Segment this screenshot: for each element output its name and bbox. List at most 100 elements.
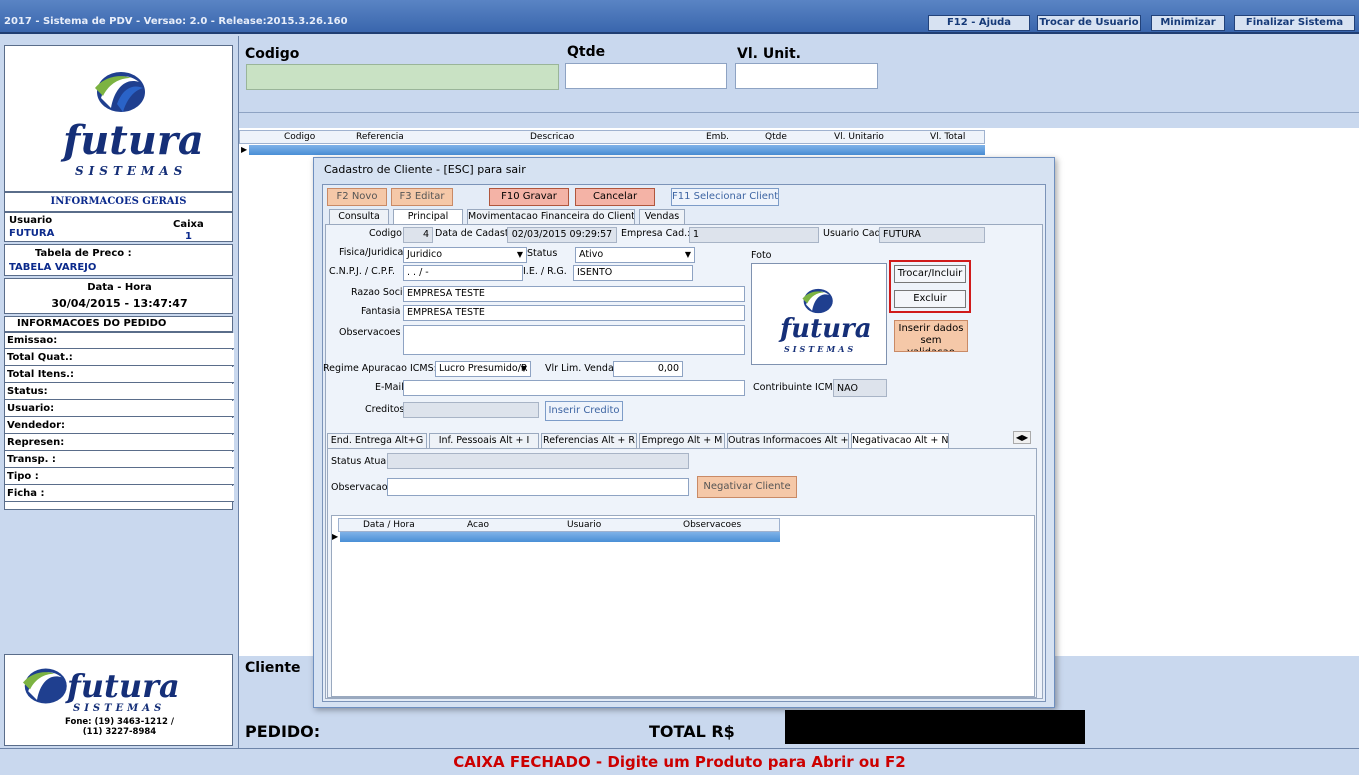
contribuinte-label: Contribuinte ICMS xyxy=(753,382,839,393)
tab-movimentacao[interactable]: Movimentacao Financeira do Cliente xyxy=(467,209,635,224)
switch-user-button[interactable]: Trocar de Usuario xyxy=(1037,15,1141,31)
usuario-cad-field: FUTURA xyxy=(879,227,985,243)
subtab-negativacao[interactable]: Negativacao Alt + N xyxy=(851,433,949,448)
total-label: TOTAL R$ xyxy=(649,722,735,741)
cliente-dialog: Cadastro de Cliente - [ESC] para sair F2… xyxy=(313,157,1055,708)
title-bar: 2017 - Sistema de PDV - Versao: 2.0 - Re… xyxy=(0,0,1359,34)
empresa-cad-field: 1 xyxy=(689,227,819,243)
bottom-logo-sub: SISTEMAS xyxy=(73,703,166,714)
email-label: E-Mail xyxy=(375,382,404,393)
logo-box: futura SISTEMAS xyxy=(4,45,233,192)
observacao-field[interactable] xyxy=(387,478,689,496)
help-button[interactable]: F12 - Ajuda xyxy=(928,15,1030,31)
regime-value: Lucro Presumido/R xyxy=(439,363,528,374)
grid-header: Codigo Referencia Descricao Emb. Qtde Vl… xyxy=(239,130,985,144)
chevron-down-icon: ▼ xyxy=(684,250,691,259)
usuario-label: Usuario xyxy=(9,215,53,226)
subtab-pessoais[interactable]: Inf. Pessoais Alt + I xyxy=(429,433,539,448)
col-descricao: Descricao xyxy=(530,132,575,142)
inserir-dados-button[interactable]: Inserir dados sem validacao xyxy=(894,320,968,352)
tabela-value: TABELA VAREJO xyxy=(9,262,97,273)
field-status: Status: xyxy=(5,384,234,400)
ie-label: I.E. / R.G. xyxy=(523,266,567,277)
tabela-label: Tabela de Preco : xyxy=(35,248,132,259)
razao-social-field[interactable]: EMPRESA TESTE xyxy=(403,286,745,302)
foto-box[interactable]: futura SISTEMAS xyxy=(751,263,887,365)
negativar-cliente-button[interactable]: Negativar Cliente xyxy=(697,476,797,498)
grid-selected-row[interactable] xyxy=(249,145,985,155)
codigo-field: 4 xyxy=(403,227,433,243)
info-header: INFORMACOES GERAIS xyxy=(4,192,233,212)
cnpj-field[interactable]: . . / - xyxy=(403,265,523,281)
ie-field[interactable]: ISENTO xyxy=(573,265,693,281)
field-represen: Represen: xyxy=(5,435,234,451)
usuario-value: FUTURA xyxy=(9,228,55,239)
editar-button[interactable]: F3 Editar xyxy=(391,188,453,206)
items-grid: Codigo Referencia Descricao Emb. Qtde Vl… xyxy=(239,130,985,155)
tab-principal[interactable]: Principal xyxy=(393,209,463,224)
col-emb: Emb. xyxy=(706,132,730,142)
total-display xyxy=(785,710,1085,744)
caixa-label: Caixa xyxy=(173,219,204,230)
codigo-input[interactable] xyxy=(246,64,559,90)
regime-select[interactable]: Lucro Presumido/R ▼ xyxy=(435,361,531,377)
futura-logo-icon xyxy=(95,72,145,112)
vlr-lim-venda-field[interactable]: 0,00 xyxy=(613,361,683,377)
regime-label: Regime Apuracao ICMS: xyxy=(323,363,437,374)
neg-grid-header: Data / Hora Acao Usuario Observacoes xyxy=(338,518,780,532)
status-message: CAIXA FECHADO - Digite um Produto para A… xyxy=(0,748,1359,774)
datahora-box: Data - Hora 30/04/2015 - 13:47:47 xyxy=(4,278,233,314)
cliente-label: Cliente xyxy=(245,660,301,676)
pedido-header: INFORMACOES DO PEDIDO xyxy=(4,316,233,332)
contribuinte-field: NAO xyxy=(833,379,887,397)
observacoes-field[interactable] xyxy=(403,325,745,355)
usuario-cad-label: Usuario Cad.: xyxy=(823,228,887,239)
neg-col-usuario: Usuario xyxy=(567,520,602,530)
subtab-referencias[interactable]: Referencias Alt + R xyxy=(541,433,637,448)
fantasia-field[interactable]: EMPRESA TESTE xyxy=(403,305,745,321)
field-emissao: Emissao: xyxy=(5,333,234,349)
phone-text: Fone: (19) 3463-1212 / (11) 3227-8984 xyxy=(65,717,174,737)
field-ficha: Ficha : xyxy=(5,486,234,502)
fantasia-label: Fantasia xyxy=(361,306,401,317)
subtab-outras[interactable]: Outras Informacoes Alt + O xyxy=(727,433,849,448)
foto-logo-icon xyxy=(802,288,833,314)
selecionar-cliente-button[interactable]: F11 Selecionar Cliente xyxy=(671,188,779,206)
status-select[interactable]: Ativo ▼ xyxy=(575,247,695,263)
trocar-incluir-button[interactable]: Trocar/Incluir xyxy=(894,265,966,283)
qtde-input[interactable] xyxy=(565,63,727,89)
novo-button[interactable]: F2 Novo xyxy=(327,188,387,206)
status-value: Ativo xyxy=(579,249,604,260)
observacoes-label: Observacoes xyxy=(339,327,401,338)
pedido-fields: Emissao: Total Quat.: Total Itens.: Stat… xyxy=(4,332,234,510)
chevron-down-icon: ▼ xyxy=(516,250,523,259)
codigo-label: Codigo xyxy=(245,46,300,62)
observacao-label: Observacao xyxy=(331,482,388,493)
inserir-credito-button[interactable]: Inserir Credito xyxy=(545,401,623,421)
col-vl-unitario: Vl. Unitario xyxy=(834,132,884,142)
dialog-body: F2 Novo F3 Editar F10 Gravar Cancelar F1… xyxy=(322,184,1046,702)
neg-col-acao: Acao xyxy=(467,520,489,530)
tab-vendas[interactable]: Vendas xyxy=(639,209,685,224)
minimize-button[interactable]: Minimizar xyxy=(1151,15,1225,31)
futura-small-logo-icon xyxy=(23,668,67,704)
col-vl-total: Vl. Total xyxy=(930,132,966,142)
tab-consulta[interactable]: Consulta xyxy=(329,209,389,224)
tabela-box: Tabela de Preco : TABELA VAREJO xyxy=(4,244,233,276)
field-total-quat: Total Quat.: xyxy=(5,350,234,366)
fisica-juridica-select[interactable]: Juridico ▼ xyxy=(403,247,527,263)
chevron-down-icon: ▼ xyxy=(520,364,527,373)
negativacao-grid: Data / Hora Acao Usuario Observacoes ▶ xyxy=(331,515,1035,697)
excluir-button[interactable]: Excluir xyxy=(894,290,966,308)
exit-button[interactable]: Finalizar Sistema xyxy=(1234,15,1355,31)
cancelar-button[interactable]: Cancelar xyxy=(575,188,655,206)
gravar-button[interactable]: F10 Gravar xyxy=(489,188,569,206)
email-field[interactable] xyxy=(403,380,745,396)
neg-grid-selected-row[interactable] xyxy=(340,532,780,542)
neg-row-pointer-icon: ▶ xyxy=(332,532,339,541)
tab-scroll-arrows-icon[interactable]: ◀▶ xyxy=(1013,431,1031,444)
caixa-value: 1 xyxy=(185,231,192,242)
vl-unit-input[interactable] xyxy=(735,63,878,89)
subtab-emprego[interactable]: Emprego Alt + M xyxy=(639,433,725,448)
subtab-entrega[interactable]: End. Entrega Alt+G xyxy=(327,433,427,448)
